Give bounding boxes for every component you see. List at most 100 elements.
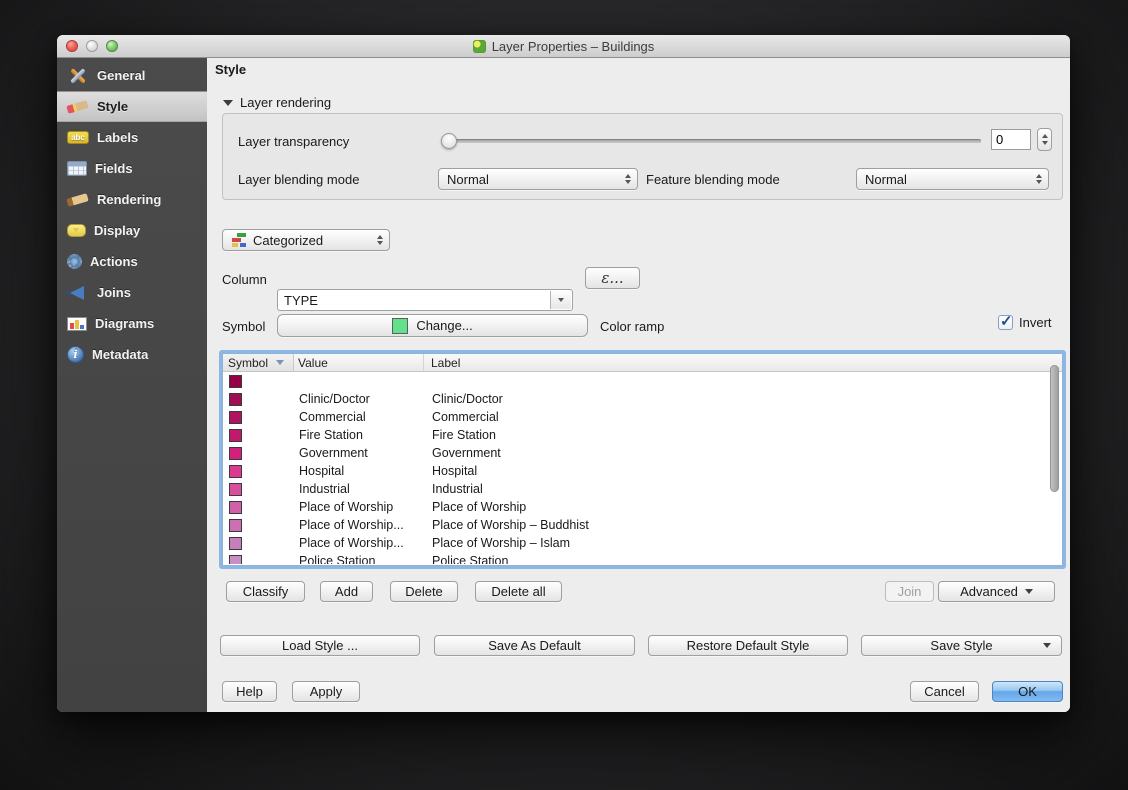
column-header-value[interactable]: Value — [294, 354, 424, 371]
renderer-type-dropdown[interactable]: Categorized — [222, 229, 390, 251]
table-row[interactable]: Place of Worship...Place of Worship – Bu… — [224, 516, 1061, 534]
transparency-value-field[interactable] — [991, 129, 1031, 150]
table-scrollbar[interactable] — [1050, 365, 1059, 492]
sidebar-item-display[interactable]: Display — [57, 215, 207, 246]
category-label: Place of Worship — [425, 500, 1061, 514]
sidebar-item-diagrams[interactable]: Diagrams — [57, 308, 207, 339]
category-symbol-cell — [224, 447, 295, 460]
feature-blending-value: Normal — [865, 172, 907, 187]
category-symbol-cell — [224, 375, 295, 388]
layer-blending-label: Layer blending mode — [238, 172, 359, 187]
table-row[interactable]: IndustrialIndustrial — [224, 480, 1061, 498]
category-label: Place of Worship – Islam — [425, 536, 1061, 550]
category-label: Industrial — [425, 482, 1061, 496]
table-row[interactable]: Fire StationFire Station — [224, 426, 1061, 444]
layer-rendering-disclosure[interactable]: Layer rendering — [223, 95, 331, 110]
sidebar-item-labels[interactable]: abcLabels — [57, 122, 207, 153]
table-row[interactable]: Place of Worship...Place of Worship – Is… — [224, 534, 1061, 552]
classify-button[interactable]: Classify — [226, 581, 305, 602]
column-header-symbol[interactable]: Symbol — [223, 354, 294, 371]
layer-rendering-header: Layer rendering — [240, 95, 331, 110]
stepper-up-icon[interactable] — [1042, 134, 1048, 138]
column-header-label[interactable]: Label — [424, 354, 1062, 371]
zoom-button[interactable] — [106, 40, 118, 52]
sidebar-item-general[interactable]: General — [57, 60, 207, 91]
table-row[interactable]: Place of WorshipPlace of Worship — [224, 498, 1061, 516]
expression-epsilon-label: ε... — [601, 269, 623, 287]
category-value: Place of Worship... — [295, 536, 425, 550]
column-combobox[interactable]: TYPE — [277, 289, 573, 311]
save-as-default-button[interactable]: Save As Default — [434, 635, 635, 656]
table-row[interactable]: HospitalHospital — [224, 462, 1061, 480]
delete-all-button[interactable]: Delete all — [475, 581, 562, 602]
table-row[interactable]: Police StationPolice Station — [224, 552, 1061, 564]
popup-arrows-icon — [377, 235, 383, 245]
sidebar-item-metadata[interactable]: i Metadata — [57, 339, 207, 370]
join-button[interactable]: Join — [885, 581, 934, 602]
ok-button[interactable]: OK — [992, 681, 1063, 702]
categories-table[interactable]: Symbol Value Label Clinic/DoctorClinic/D… — [222, 353, 1063, 566]
category-color-swatch[interactable] — [229, 375, 242, 388]
layer-transparency-label: Layer transparency — [238, 134, 349, 149]
category-label: Commercial — [425, 410, 1061, 424]
table-row[interactable]: GovernmentGovernment — [224, 444, 1061, 462]
category-value: Hospital — [295, 464, 425, 478]
sidebar-item-style[interactable]: Style — [57, 91, 207, 122]
category-color-swatch[interactable] — [229, 465, 242, 478]
sidebar-item-label: Labels — [97, 130, 138, 145]
add-button[interactable]: Add — [320, 581, 373, 602]
style-panel: Style Layer rendering Layer transparency… — [207, 58, 1070, 712]
color-ramp-label: Color ramp — [600, 319, 664, 334]
load-style-button[interactable]: Load Style ... — [220, 635, 420, 656]
delete-button[interactable]: Delete — [390, 581, 458, 602]
layer-transparency-slider[interactable] — [441, 133, 981, 149]
sidebar-item-rendering[interactable]: Rendering — [57, 184, 207, 215]
sidebar-item-label: Metadata — [92, 347, 148, 362]
transparency-stepper[interactable] — [1037, 128, 1052, 151]
help-button[interactable]: Help — [222, 681, 277, 702]
category-value: Place of Worship... — [295, 518, 425, 532]
feature-blending-dropdown[interactable]: Normal — [856, 168, 1049, 190]
category-color-swatch[interactable] — [229, 447, 242, 460]
restore-default-style-button[interactable]: Restore Default Style — [648, 635, 848, 656]
titlebar[interactable]: Layer Properties – Buildings — [57, 35, 1070, 58]
column-label: Column — [222, 272, 267, 287]
chevron-down-icon — [558, 298, 564, 302]
category-color-swatch[interactable] — [229, 411, 242, 424]
stepper-down-icon[interactable] — [1042, 141, 1048, 145]
cancel-button[interactable]: Cancel — [910, 681, 979, 702]
symbol-change-label: Change... — [416, 318, 472, 333]
symbol-change-button[interactable]: Change... — [277, 314, 588, 337]
category-color-swatch[interactable] — [229, 393, 242, 406]
sidebar-item-label: Actions — [90, 254, 138, 269]
category-label: Government — [425, 446, 1061, 460]
table-row[interactable]: Clinic/DoctorClinic/Doctor — [224, 390, 1061, 408]
sidebar-item-actions[interactable]: Actions — [57, 246, 207, 277]
expression-button[interactable]: ε... — [585, 267, 640, 289]
category-symbol-cell — [224, 501, 295, 514]
apply-button[interactable]: Apply — [292, 681, 360, 702]
table-row[interactable]: CommercialCommercial — [224, 408, 1061, 426]
save-style-button[interactable]: Save Style — [861, 635, 1062, 656]
close-button[interactable] — [66, 40, 78, 52]
symbol-label: Symbol — [222, 319, 265, 334]
sidebar-item-joins[interactable]: Joins — [57, 277, 207, 308]
minimize-button[interactable] — [86, 40, 98, 52]
sidebar-item-label: Joins — [97, 285, 131, 300]
sidebar-item-fields[interactable]: Fields — [57, 153, 207, 184]
table-row[interactable] — [224, 372, 1061, 390]
info-icon: i — [67, 346, 84, 363]
combo-arrow-button[interactable] — [550, 291, 571, 309]
category-color-swatch[interactable] — [229, 519, 242, 532]
category-symbol-cell — [224, 411, 295, 424]
category-color-swatch[interactable] — [229, 501, 242, 514]
advanced-button[interactable]: Advanced — [938, 581, 1055, 602]
gear-icon — [67, 254, 82, 269]
category-color-swatch[interactable] — [229, 483, 242, 496]
invert-checkbox[interactable] — [998, 315, 1013, 330]
slider-thumb[interactable] — [441, 133, 457, 149]
category-color-swatch[interactable] — [229, 555, 242, 565]
category-color-swatch[interactable] — [229, 429, 242, 442]
layer-blending-dropdown[interactable]: Normal — [438, 168, 638, 190]
category-color-swatch[interactable] — [229, 537, 242, 550]
